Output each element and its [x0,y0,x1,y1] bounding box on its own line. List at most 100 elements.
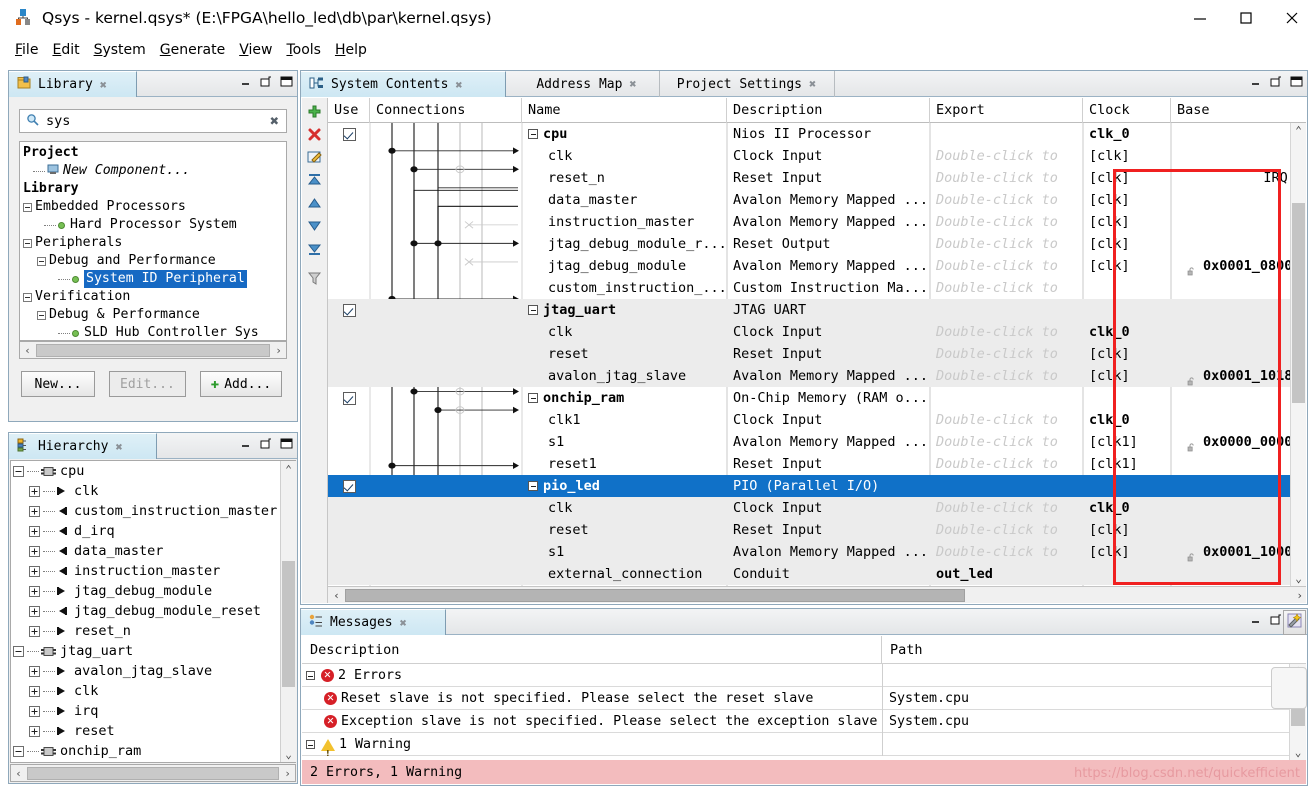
export-cell[interactable]: Double-click to [930,233,1058,255]
column-header-base[interactable]: Base [1171,98,1306,123]
expand-toggle-icon[interactable] [29,605,40,617]
name-cell[interactable]: pio_led [522,475,600,497]
table-row[interactable]: cpu Nios II Processor clk_0 [328,123,1306,145]
name-cell[interactable]: s1 [522,541,564,563]
tab-address-map[interactable]: Address Map ✖ [515,71,660,97]
expand-toggle-icon[interactable] [29,625,40,637]
export-cell[interactable]: Double-click to [930,541,1058,563]
export-cell[interactable]: Double-click to [930,277,1058,299]
lock-open-icon[interactable] [1187,438,1197,451]
hierarchy-row[interactable]: clk [11,681,295,701]
system-contents-maximize-icon[interactable] [1289,75,1303,88]
name-cell[interactable]: custom_instruction_... [522,277,727,299]
table-row[interactable]: s1 Avalon Memory Mapped ... Double-click t… [328,431,1306,453]
scrollbar-thumb[interactable] [1292,203,1305,403]
library-tree-node-selected[interactable]: System ID Peripheral [23,270,286,288]
use-checkbox-cell[interactable] [328,563,370,585]
hierarchy-row[interactable]: irq [11,701,295,721]
collapse-toggle-icon[interactable] [13,745,24,757]
hierarchy-row[interactable]: cpu [11,461,295,481]
expand-toggle-icon[interactable] [29,525,40,537]
expand-toggle-icon[interactable] [29,545,40,557]
scroll-right-icon[interactable]: › [271,344,286,357]
expand-toggle-icon[interactable] [29,585,40,597]
use-checkbox-cell[interactable] [328,453,370,475]
messages-restore-icon[interactable] [1269,613,1283,626]
scroll-down-icon[interactable]: ⌄ [281,746,296,762]
clock-cell[interactable]: [clk] [1083,255,1130,277]
tab-hierarchy-close[interactable]: ✖ [115,440,122,454]
lock-open-icon[interactable] [1187,548,1197,561]
collapse-toggle-icon[interactable] [306,671,315,680]
use-checkbox-cell[interactable] [328,277,370,299]
scrollbar-thumb[interactable] [36,343,270,357]
expand-toggle-icon[interactable] [29,505,40,517]
lock-open-icon[interactable] [1187,372,1197,385]
scroll-up-icon[interactable]: ⌃ [281,461,296,477]
message-row[interactable]: 1 Warning [302,733,1306,760]
collapse-toggle-icon[interactable] [23,202,32,212]
use-checkbox-cell[interactable] [328,299,370,321]
move-up-icon[interactable] [305,193,325,213]
scroll-right-icon[interactable]: › [1296,589,1303,602]
messages-minimize-icon[interactable] [1249,613,1263,626]
library-maximize-icon[interactable] [279,75,293,88]
table-row[interactable]: clk Clock Input Double-click to clk_0 [328,497,1306,519]
search-clear-icon[interactable]: ✖ [270,113,279,129]
menu-edit[interactable]: Edit [45,40,86,60]
library-tree-node[interactable]: Hard Processor System [23,216,286,234]
table-row[interactable]: reset Reset Input Double-click to [clk] [328,519,1306,541]
name-cell[interactable]: reset [522,519,589,541]
collapse-toggle-icon[interactable] [528,129,538,139]
expand-toggle-icon[interactable] [29,565,40,577]
export-cell[interactable]: Double-click to [930,211,1058,233]
name-cell[interactable]: instruction_master [522,211,694,233]
hierarchy-row[interactable]: custom_instruction_master [11,501,295,521]
add-icon[interactable] [305,101,325,121]
hierarchy-row[interactable]: d_irq [11,521,295,541]
tab-messages-close[interactable]: ✖ [400,616,407,630]
lock-open-icon[interactable] [1187,262,1197,275]
menu-file[interactable]: File [8,40,45,60]
table-row[interactable]: custom_instruction_... Custom Instruction… [328,277,1306,299]
export-cell[interactable]: Double-click to [930,255,1058,277]
table-row[interactable]: pio_led PIO (Parallel I/O) [328,475,1306,497]
edit-icon[interactable] [305,147,325,167]
name-cell[interactable]: s1 [522,431,564,453]
hierarchy-row[interactable]: avalon_jtag_slave [11,661,295,681]
clock-cell[interactable]: clk_0 [1083,497,1130,519]
use-checkbox-cell[interactable] [328,255,370,277]
menu-help[interactable]: Help [328,40,374,60]
use-checkbox-cell[interactable] [328,431,370,453]
clock-cell[interactable]: [clk] [1083,541,1130,563]
table-row[interactable]: jtag_debug_module Avalon Memory Mapped ..… [328,255,1306,277]
hierarchy-tree[interactable]: cpu clk custom_instruction_master d_irq data… [10,460,296,763]
menu-tools[interactable]: Tools [279,40,328,60]
table-row[interactable]: clk Clock Input Double-click to clk_0 [328,321,1306,343]
move-down-icon[interactable] [305,216,325,236]
expand-toggle-icon[interactable] [29,685,40,697]
expand-toggle-icon[interactable] [29,665,40,677]
filter-icon[interactable] [305,268,325,288]
use-checkbox-cell[interactable] [328,321,370,343]
name-cell[interactable]: reset [522,343,589,365]
system-contents-restore-icon[interactable] [1269,75,1283,88]
collapse-toggle-icon[interactable] [306,740,315,749]
name-cell[interactable]: external_connection [522,563,702,585]
column-header-clock[interactable]: Clock [1083,98,1171,123]
remove-icon[interactable] [305,124,325,144]
table-row[interactable]: reset_n Reset Input Double-click to [clk] IR… [328,167,1306,189]
export-cell[interactable]: Double-click to [930,321,1058,343]
export-cell[interactable]: out_led [930,563,993,585]
scroll-down-icon[interactable]: ⌄ [1291,571,1306,586]
new-button[interactable]: New... [21,371,95,397]
scrollbar-thumb[interactable] [345,588,965,602]
scroll-down-icon[interactable]: ⌄ [1290,745,1306,760]
use-checkbox-cell[interactable] [328,387,370,409]
name-cell[interactable]: clk [522,321,572,343]
scrollbar-thumb[interactable] [27,766,279,780]
message-row[interactable]: ✕ 2 Errors [302,664,1306,687]
library-tree-node[interactable]: Library [23,180,286,198]
hierarchy-minimize-icon[interactable] [239,437,253,450]
table-row[interactable]: clk1 Clock Input Double-click to clk_0 [328,409,1306,431]
